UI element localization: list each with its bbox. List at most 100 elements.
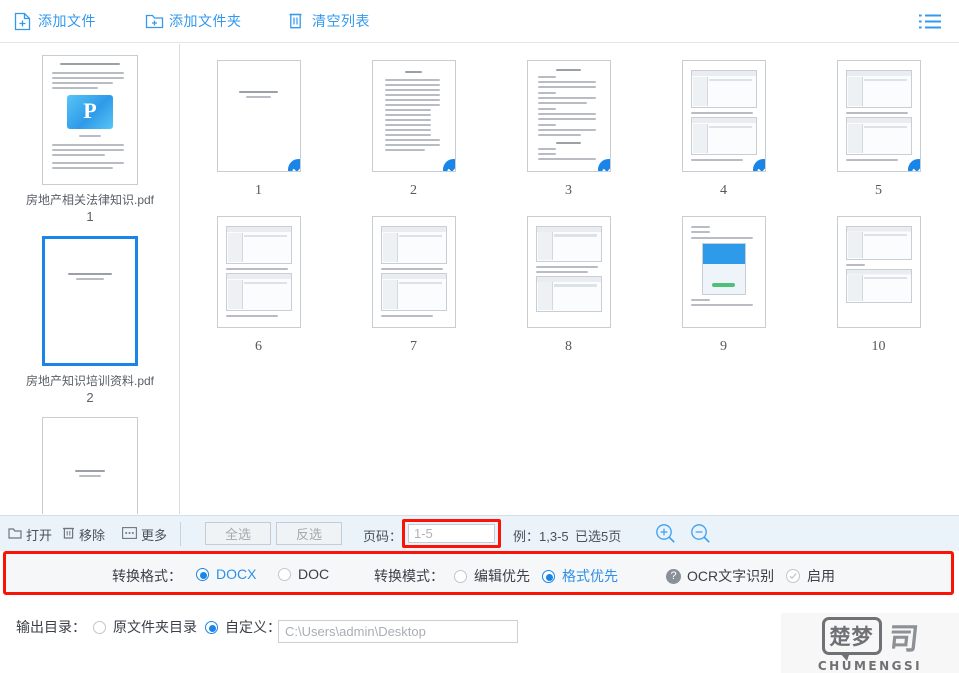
pdf-logo-icon (67, 95, 113, 129)
page-thumbnail[interactable] (526, 216, 611, 328)
page-thumbnail[interactable] (836, 60, 921, 172)
page-thumbnail[interactable] (836, 216, 921, 328)
page-range-label: 页码： (363, 529, 403, 544)
output-original-folder-label: 原文件夹目录 (113, 619, 197, 635)
open-button[interactable]: 打开 (8, 525, 52, 544)
page-thumbnail[interactable] (526, 60, 611, 172)
format-label: 转换格式： (112, 568, 182, 584)
page-cell[interactable]: 6 (181, 216, 336, 355)
add-folder-button[interactable]: 添加文件夹 (145, 11, 242, 31)
trash-icon (288, 12, 305, 31)
format-option-doc[interactable]: DOC (278, 566, 329, 582)
more-button[interactable]: 更多 (122, 525, 167, 544)
add-file-icon (14, 12, 31, 31)
file-list-panel[interactable]: 房地产相关法律知识.pdf 1 房地产知识培训资料.pdf 2 房地产小 (0, 44, 180, 514)
more-dots-icon (122, 527, 137, 542)
page-thumbnail[interactable] (216, 216, 301, 328)
file-name: 房地产知识培训资料.pdf (25, 374, 155, 388)
page-number: 7 (410, 339, 417, 354)
format-docx-label: DOCX (216, 566, 257, 582)
page-thumbnail[interactable] (681, 60, 766, 172)
output-original-folder-option[interactable]: 原文件夹目录 (93, 617, 197, 637)
output-path-input[interactable]: C:\Users\admin\Desktop (278, 620, 518, 643)
mode-option-edit-first[interactable]: 编辑优先 (454, 566, 530, 586)
invert-selection-button[interactable]: 反选 (276, 522, 342, 545)
page-thumbnail[interactable] (371, 216, 456, 328)
radio-doc-icon[interactable] (278, 567, 291, 581)
output-custom-option[interactable]: 自定义： (205, 617, 281, 637)
page-number: 6 (255, 339, 262, 354)
page-cell[interactable]: 10 (801, 216, 956, 355)
list-item[interactable]: 房地产知识培训资料.pdf 2 (0, 225, 179, 406)
ocr-label: OCR文字识别 (687, 568, 775, 584)
radio-custom-icon[interactable] (205, 620, 218, 634)
page-number: 4 (720, 183, 727, 198)
clear-list-button[interactable]: 清空列表 (288, 11, 370, 31)
radio-original-folder-icon[interactable] (93, 620, 106, 634)
add-file-button[interactable]: 添加文件 (14, 11, 96, 31)
remove-button[interactable]: 移除 (62, 525, 105, 544)
list-menu-icon[interactable] (918, 13, 942, 30)
app-window: 添加文件 添加文件夹 清空列表 P 房地产相关法律知识.pdf 1 房地产知识培… (0, 0, 959, 673)
check-circle-icon[interactable] (786, 569, 800, 583)
page-cell[interactable]: 1 (181, 60, 336, 199)
zoom-in-icon[interactable] (655, 523, 676, 544)
page-number: 3 (565, 183, 572, 198)
remove-label: 移除 (79, 528, 106, 543)
page-number: 10 (871, 339, 886, 354)
select-all-label: 全选 (224, 527, 251, 542)
add-file-label: 添加文件 (38, 13, 96, 29)
watermark-side-text: 司 (886, 621, 920, 657)
radio-edit-first-icon[interactable] (454, 569, 467, 583)
page-number: 8 (565, 339, 572, 354)
format-doc-label: DOC (298, 566, 330, 582)
page-cell[interactable]: 7 (336, 216, 491, 355)
mode-format-first-label: 格式优先 (562, 568, 618, 584)
ocr-label-group: ? OCR文字识别 (666, 566, 774, 586)
page-thumbnail[interactable] (216, 60, 301, 172)
page-thumbnail[interactable] (371, 60, 456, 172)
question-mark-icon[interactable]: ? (666, 568, 681, 584)
page-thumbnail-grid[interactable]: 1 2 3 4 5 6 7 8 9 10 (181, 44, 959, 514)
page-cell[interactable]: 5 (801, 60, 956, 199)
page-cell[interactable]: 2 (336, 60, 491, 199)
page-number: 9 (720, 339, 727, 354)
page-thumbnail[interactable] (681, 216, 766, 328)
conversion-options-row: 转换格式： DOCX DOC 转换模式： 编辑优先 格式优先 ? OCR文字识别 (0, 551, 959, 595)
page-cell[interactable]: 4 (646, 60, 801, 199)
mode-option-format-first[interactable]: 格式优先 (542, 566, 618, 586)
more-label: 更多 (141, 528, 168, 543)
watermark-seal-text: 楚梦 (821, 616, 882, 661)
ocr-enable-label: 启用 (807, 568, 835, 584)
folder-open-icon (8, 526, 22, 543)
file-thumbnail[interactable] (42, 55, 138, 185)
trash-icon (62, 526, 75, 543)
file-index: 2 (86, 390, 94, 405)
page-cell[interactable]: 9 (646, 216, 801, 355)
watermark-logo: 楚梦 司 CHUMENGSI (781, 613, 959, 673)
watermark-subtitle: CHUMENGSI (817, 658, 923, 673)
radio-docx-icon[interactable] (196, 567, 209, 581)
file-index: 1 (86, 209, 94, 224)
page-number: 2 (410, 183, 417, 198)
selected-count-label: 已选5页 (575, 529, 622, 544)
file-thumbnail[interactable] (42, 417, 138, 514)
mode-label: 转换模式： (374, 568, 444, 584)
page-cell[interactable]: 8 (491, 216, 646, 355)
page-cell[interactable]: 3 (491, 60, 646, 199)
file-name: 房地产相关法律知识.pdf (25, 193, 155, 207)
file-thumbnail-selected[interactable] (42, 236, 138, 366)
select-all-button[interactable]: 全选 (205, 522, 271, 545)
output-custom-label: 自定义： (225, 619, 281, 635)
list-item[interactable]: 房地产相关法律知识.pdf 1 (0, 44, 179, 225)
add-folder-icon (145, 12, 164, 31)
page-range-input[interactable]: 1-5 (408, 524, 495, 543)
zoom-out-icon[interactable] (690, 523, 711, 544)
list-item[interactable]: 房地产小知识分享.pdf 3 (0, 406, 179, 514)
divider (180, 522, 181, 546)
format-option-docx[interactable]: DOCX (196, 566, 256, 582)
ocr-enable-toggle[interactable]: 启用 (786, 566, 835, 586)
radio-format-first-icon[interactable] (542, 569, 555, 583)
page-range-hint: 例：1,3-5 (513, 529, 569, 544)
output-dir-label: 输出目录： (16, 619, 86, 635)
